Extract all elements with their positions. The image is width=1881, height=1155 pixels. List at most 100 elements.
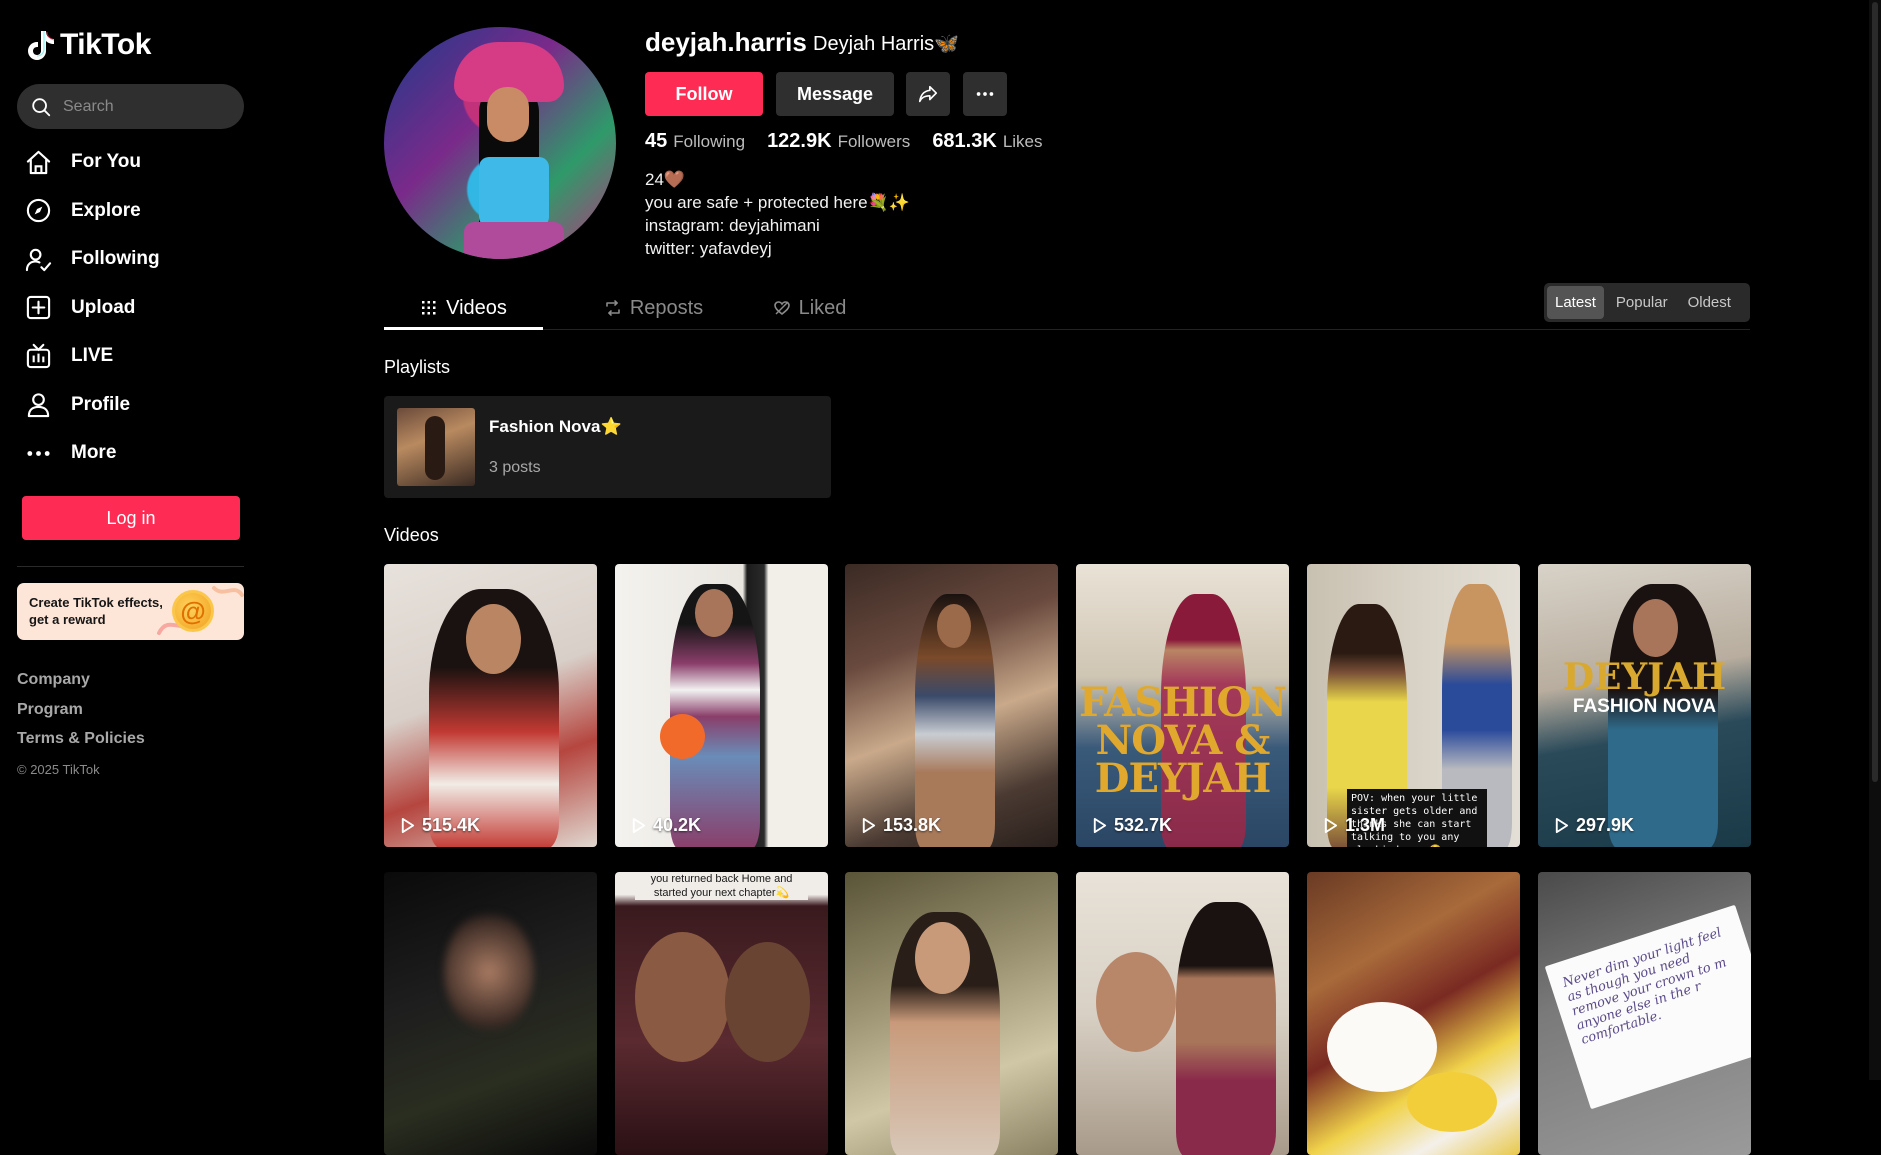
nav-item-explore[interactable]: Explore (24, 187, 244, 236)
nav-label: Profile (71, 393, 131, 415)
reward-coin-icon: @ (172, 590, 214, 632)
video-card[interactable] (1307, 872, 1520, 1155)
nav-item-live[interactable]: LIVE (24, 332, 244, 381)
video-card[interactable]: FASHION NOVA & DEYJAH 532.7K (1076, 564, 1289, 847)
nav-label: LIVE (71, 345, 114, 367)
play-icon (862, 817, 876, 834)
search-icon (32, 97, 51, 116)
view-count: 153.8K (860, 815, 941, 836)
videos-heading: Videos (384, 525, 439, 545)
playlist-post-count: 3 posts (489, 459, 541, 476)
followers-label: Followers (837, 132, 911, 151)
view-count-text: 153.8K (883, 815, 942, 835)
video-card[interactable] (845, 872, 1058, 1155)
upload-icon (24, 294, 52, 322)
sort-oldest-button[interactable]: Oldest (1680, 286, 1739, 319)
message-button[interactable]: Message (776, 72, 894, 116)
view-count-text: 40.2K (653, 815, 702, 835)
play-icon (401, 817, 415, 834)
following-stat[interactable]: 45 Following (645, 130, 745, 153)
tab-label: Videos (446, 296, 507, 319)
share-button[interactable] (906, 72, 950, 116)
video-card[interactable]: Never dim your light feel as though you … (1538, 872, 1751, 1155)
nav-item-following[interactable]: Following (24, 235, 244, 284)
followers-stat[interactable]: 122.9K Followers (767, 130, 910, 153)
hidden-heart-icon (773, 301, 790, 316)
footer-terms-link[interactable]: Terms & Policies (17, 730, 145, 760)
tab-liked[interactable]: Liked (730, 287, 889, 329)
page-scrollbar[interactable] (1869, 0, 1881, 1080)
tab-reposts[interactable]: Reposts (574, 287, 733, 329)
likes-count: 681.3K (932, 130, 997, 152)
playlist-title: Fashion Nova⭐ (489, 417, 622, 436)
bio-line: instagram: deyjahimani (645, 216, 820, 235)
likes-label: Likes (1002, 132, 1043, 151)
nav-item-upload[interactable]: Upload (24, 284, 244, 333)
grid-icon (422, 301, 436, 315)
footer-company-link[interactable]: Company (17, 671, 145, 701)
view-count-text: 532.7K (1114, 815, 1173, 835)
video-card[interactable]: POV: when your little sister gets older … (1307, 564, 1520, 847)
view-count: 40.2K (630, 815, 701, 836)
search-placeholder: Search (63, 97, 114, 115)
sort-latest-button[interactable]: Latest (1547, 286, 1604, 319)
sort-segmented-control: Latest Popular Oldest (1544, 283, 1750, 322)
video-card[interactable]: 515.4K (384, 564, 597, 847)
video-card[interactable]: DEYJAH FASHION NOVA 297.9K (1538, 564, 1751, 847)
sort-popular-button[interactable]: Popular (1608, 286, 1676, 319)
search-input[interactable]: Search (17, 84, 244, 129)
profile-username: deyjah.harris (645, 27, 807, 57)
followers-count: 122.9K (767, 130, 832, 152)
active-tab-indicator (384, 327, 543, 330)
profile-bio: 24🤎 you are safe + protected here💐✨ inst… (645, 168, 910, 260)
compass-icon (24, 197, 52, 225)
share-icon (918, 85, 938, 103)
nav-label: Explore (71, 199, 141, 221)
footer-links: Company Program Terms & Policies © 2025 … (17, 671, 145, 777)
nav-label: More (71, 442, 117, 464)
tiktok-wordmark: TikTok (60, 28, 151, 61)
play-icon (1555, 817, 1569, 834)
more-options-button[interactable] (963, 72, 1007, 116)
following-count: 45 (645, 130, 668, 152)
video-overlay-text: FASHION NOVA (1572, 696, 1717, 717)
repost-icon (606, 300, 620, 316)
video-overlay-text: you returned back Home and started your … (635, 872, 808, 900)
login-button[interactable]: Log in (22, 496, 240, 540)
view-count: 515.4K (399, 815, 480, 836)
likes-stat: 681.3K Likes (932, 130, 1042, 153)
video-card[interactable]: 153.8K (845, 564, 1058, 847)
view-count-text: 1.3M (1345, 815, 1386, 835)
profile-avatar (384, 27, 616, 259)
bio-line: 24🤎 (645, 170, 686, 189)
following-label: Following (673, 132, 746, 151)
sidebar-nav: For You Explore Following Upload LIVE Pr… (24, 138, 244, 478)
nav-label: Upload (71, 296, 136, 318)
video-card[interactable] (384, 872, 597, 1155)
tiktok-logo[interactable]: TikTok (26, 28, 151, 62)
sidebar: TikTok Search For You Explore Following (0, 0, 262, 1080)
bio-line: you are safe + protected here💐✨ (645, 193, 910, 212)
footer-program-link[interactable]: Program (17, 701, 145, 731)
nav-item-for-you[interactable]: For You (24, 138, 244, 187)
scrollbar-thumb[interactable] (1872, 2, 1878, 782)
tab-videos[interactable]: Videos (384, 287, 543, 329)
playlists-heading: Playlists (384, 357, 451, 377)
home-icon (24, 148, 52, 176)
nav-item-more[interactable]: More (24, 429, 244, 478)
nav-item-profile[interactable]: Profile (24, 381, 244, 430)
play-icon (1093, 817, 1107, 834)
view-count-text: 297.9K (1576, 815, 1635, 835)
create-effects-banner[interactable]: Create TikTok effects, get a reward @ (17, 583, 244, 640)
playlist-card[interactable]: Fashion Nova⭐ 3 posts (384, 396, 831, 498)
video-card[interactable]: 40.2K (615, 564, 828, 847)
video-card[interactable]: you returned back Home and started your … (615, 872, 828, 1155)
tab-label: Reposts (629, 296, 704, 319)
view-count-text: 515.4K (422, 815, 481, 835)
video-card[interactable] (1076, 872, 1289, 1155)
profile-stats: 45 Following 122.9K Followers 681.3K Likes (645, 130, 1043, 153)
nav-label: For You (71, 151, 142, 173)
follow-button[interactable]: Follow (645, 72, 763, 116)
following-icon (24, 245, 52, 273)
bio-line: twitter: yafavdeyj (645, 239, 772, 258)
